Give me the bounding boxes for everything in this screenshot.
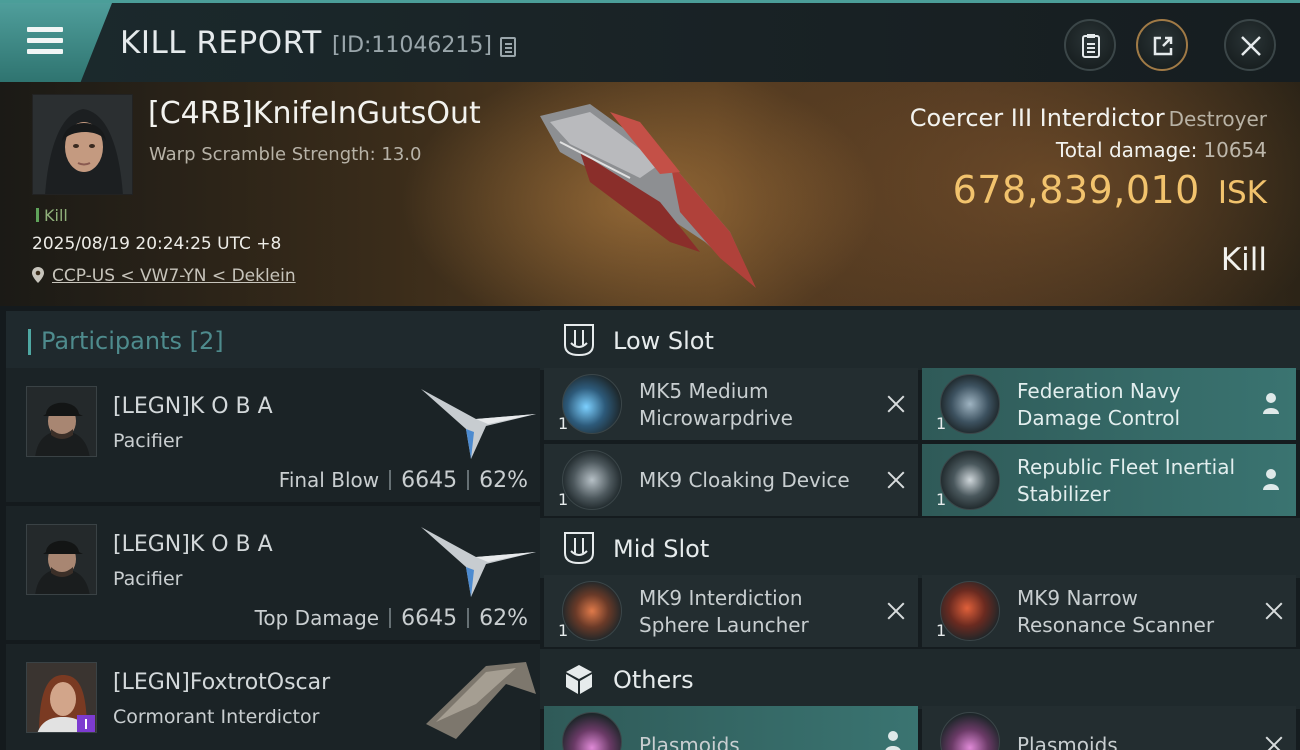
kill-tag: Kill — [36, 206, 68, 225]
damage-control-icon — [940, 374, 1000, 434]
fitting-item[interactable]: 1 MK9 Narrow Resonance Scanner — [922, 575, 1296, 647]
person-icon — [1263, 469, 1279, 490]
kill-datetime: 2025/08/19 20:24:25 UTC +8 — [32, 234, 282, 254]
menu-button[interactable] — [0, 3, 112, 82]
victim-ship[interactable]: Coercer III Interdictor Destroyer — [910, 104, 1267, 132]
fitting-item[interactable]: Plasmoids — [922, 706, 1296, 750]
location-pin-icon — [32, 267, 44, 283]
resonance-scanner-icon — [940, 581, 1000, 641]
fitting-item[interactable]: 1 Republic Fleet Inertial Stabilizer — [922, 444, 1296, 516]
hamburger-icon — [27, 27, 63, 57]
inertial-stabilizer-icon — [940, 450, 1000, 510]
person-icon — [1263, 393, 1279, 414]
participant-card[interactable]: [LEGN]FoxtrotOscar Cormorant Interdictor — [6, 644, 540, 750]
victim-portrait[interactable] — [32, 94, 133, 195]
microwarpdrive-icon — [562, 374, 622, 434]
fitting-item[interactable]: 1 Federation Navy Damage Control — [922, 368, 1296, 440]
portrait-image — [33, 95, 132, 194]
participant-ship-image — [421, 389, 536, 459]
report-id: [ID:11046215] — [332, 33, 492, 58]
low-slot-icon — [564, 324, 594, 357]
participant-ship: Cormorant Interdictor — [113, 706, 320, 728]
participant-ship-image — [421, 527, 536, 597]
fitting-item[interactable]: 1 MK9 Cloaking Device — [544, 444, 918, 516]
close-button[interactable] — [1224, 19, 1276, 71]
participants-header: Participants [2] — [6, 311, 540, 372]
person-icon — [885, 731, 901, 750]
location-link[interactable]: CCP-US < VW7-YN < Deklein — [52, 266, 296, 286]
isk-value: 678,839,010 ISK — [952, 168, 1267, 212]
participant-avatar — [26, 662, 97, 733]
participant-avatar — [26, 524, 97, 595]
kill-result: Kill — [1220, 242, 1267, 278]
report-button[interactable] — [1064, 19, 1116, 71]
fitting-item[interactable]: Plasmoids — [544, 706, 918, 750]
low-slot-header: Low Slot — [540, 310, 1300, 370]
participant-stats: Final Blow 6645 62% — [278, 468, 528, 493]
share-icon — [1153, 36, 1173, 56]
plasmoids-icon — [940, 712, 1000, 750]
fitting-item[interactable]: 1 MK5 Medium Microwarpdrive — [544, 368, 918, 440]
plasmoids-icon — [562, 712, 622, 750]
participant-name[interactable]: [LEGN]K O B A — [113, 532, 273, 557]
participant-card[interactable]: [LEGN]K O B A Pacifier Final Blow 6645 62% — [6, 368, 540, 502]
destroyed-icon — [887, 471, 905, 489]
victim-summary: [C4RB]KnifeInGutsOut Warp Scramble Stren… — [0, 82, 1300, 306]
destroyed-icon — [887, 395, 905, 413]
victim-name[interactable]: [C4RB]KnifeInGutsOut — [148, 96, 481, 131]
warp-scramble-strength: Warp Scramble Strength: 13.0 — [149, 144, 422, 165]
clipboard-icon — [1082, 34, 1100, 58]
interdiction-launcher-icon — [562, 581, 622, 641]
participant-ship-image — [426, 662, 536, 739]
destroyed-icon — [887, 602, 905, 620]
fittings-panel: Low Slot 1 MK5 Medium Microwarpdrive 1 F… — [540, 306, 1300, 750]
page-title: KILL REPORT — [120, 25, 322, 61]
others-header: Others — [540, 649, 1300, 709]
ship-class: Destroyer — [1168, 107, 1267, 131]
total-damage: Total damage: 10654 — [1055, 138, 1267, 162]
destroyed-icon — [1265, 736, 1283, 750]
mid-slot-header: Mid Slot — [540, 518, 1300, 578]
participant-name[interactable]: [LEGN]FoxtrotOscar — [113, 670, 330, 695]
participants-panel: Participants [2] [LEGN]K O B A Pacifier … — [0, 306, 540, 750]
kill-location[interactable]: CCP-US < VW7-YN < Deklein — [32, 266, 296, 286]
participant-ship: Pacifier — [113, 430, 183, 452]
copy-icon[interactable] — [500, 37, 516, 57]
participant-stats: Top Damage 6645 62% — [254, 606, 528, 631]
participant-avatar — [26, 386, 97, 457]
mid-slot-icon — [564, 532, 594, 565]
participant-name[interactable]: [LEGN]K O B A — [113, 394, 273, 419]
cloaking-device-icon — [562, 450, 622, 510]
close-icon — [1241, 36, 1261, 56]
participant-ship: Pacifier — [113, 568, 183, 590]
share-button[interactable] — [1136, 19, 1188, 71]
top-bar: KILL REPORT [ID:11046215] — [0, 0, 1300, 82]
victim-ship-image — [540, 104, 756, 288]
participant-card[interactable]: [LEGN]K O B A Pacifier Top Damage 6645 62% — [6, 506, 540, 640]
fitting-item[interactable]: 1 MK9 Interdiction Sphere Launcher — [544, 575, 918, 647]
cube-icon — [566, 665, 592, 694]
destroyed-icon — [1265, 602, 1283, 620]
